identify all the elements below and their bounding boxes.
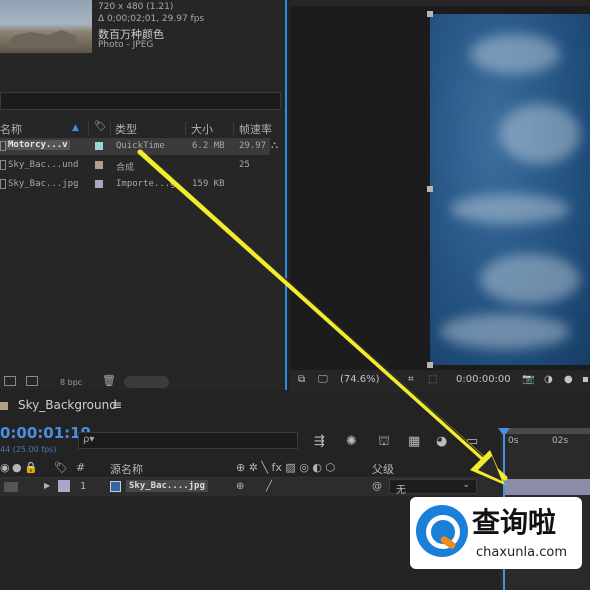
- project-item-row[interactable]: Sky_Bac...jpg Importe...g 159 KB: [0, 176, 270, 193]
- chevron-down-icon: ⌄: [462, 480, 470, 490]
- search-logo-icon: [416, 505, 468, 557]
- layer-name[interactable]: Sky_Bac....jpg: [126, 480, 208, 492]
- item-fps: 25: [239, 160, 250, 170]
- playhead-handle[interactable]: [498, 428, 510, 436]
- layer-duration-bar[interactable]: [505, 479, 590, 495]
- preview-dims: 720 x 480 (1.21): [98, 2, 174, 12]
- project-search-input[interactable]: [0, 92, 281, 110]
- lock-icon[interactable]: 🔒: [24, 461, 38, 474]
- mask-visibility-icon[interactable]: ⬚: [428, 374, 437, 385]
- timeline-frame-info: 44 (25.00 fps): [0, 445, 57, 454]
- layer-row[interactable]: ▶ 1 Sky_Bac....jpg ⊕ ╱ @ 无 ⌄: [0, 478, 500, 496]
- channels-icon[interactable]: ●: [564, 374, 573, 385]
- always-preview-icon[interactable]: ⧉: [298, 374, 305, 385]
- draft-3d-icon[interactable]: ✺: [346, 434, 357, 449]
- preview-type: Photo - JPEG: [98, 40, 154, 50]
- shy-layers-icon[interactable]: ⛫: [378, 434, 390, 451]
- item-type: QuickTime: [116, 141, 165, 151]
- comp-color-swatch: [0, 402, 8, 410]
- camera-snapshot-icon[interactable]: 📷: [522, 374, 534, 385]
- switches-icons[interactable]: ⊕ ✲ ╲ fx ▨ ◎ ◐ ⬡: [236, 461, 335, 474]
- item-type: Importe...g: [116, 179, 176, 189]
- grid-guides-icon[interactable]: ⌗: [408, 374, 414, 385]
- graph-editor-icon[interactable]: ▭: [466, 434, 478, 449]
- column-size[interactable]: 大小: [191, 121, 213, 137]
- motion-blur-icon[interactable]: ◕: [436, 434, 447, 449]
- trash-icon[interactable]: 🗑: [102, 374, 116, 387]
- item-size: 6.2 MB: [192, 141, 225, 151]
- timeline-comp-name: Sky_Background: [18, 398, 117, 412]
- ruler-tick-label: 0s: [508, 436, 519, 446]
- watermark: 查询啦 chaxunla.com: [410, 497, 582, 569]
- transform-handle[interactable]: [427, 362, 433, 368]
- layer-label-swatch[interactable]: [58, 480, 70, 492]
- item-name: Sky_Bac...und: [8, 160, 79, 170]
- label-color-swatch[interactable]: [95, 180, 103, 188]
- watermark-title: 查询啦: [472, 506, 557, 539]
- column-index: #: [76, 461, 86, 474]
- folder-icon[interactable]: [4, 376, 16, 386]
- item-name: Motorcy...v: [6, 140, 70, 150]
- visibility-toggle[interactable]: [4, 482, 18, 492]
- project-footer: 8 bpc 🗑: [0, 374, 285, 390]
- visibility-icon[interactable]: ◉: [0, 461, 10, 474]
- composition-icon: [0, 160, 6, 170]
- sort-ascending-icon[interactable]: ▲: [72, 123, 79, 133]
- panel-menu-icon[interactable]: ≡: [112, 398, 122, 412]
- pickwhip-icon[interactable]: @: [372, 481, 382, 492]
- label-tag-icon[interactable]: 🏷: [54, 461, 68, 474]
- zoom-dropdown[interactable]: (74.6%): [340, 374, 380, 385]
- monitor-icon[interactable]: 🖵: [318, 374, 328, 385]
- solo-icon[interactable]: ●: [12, 461, 22, 474]
- item-fps: 29.97: [239, 141, 267, 151]
- quality-switch-icon[interactable]: ╱: [266, 481, 272, 492]
- show-snapshot-icon[interactable]: ◑: [544, 374, 553, 385]
- viewer-tab-bar: [290, 0, 590, 6]
- timeline-search-input[interactable]: ρ▾: [78, 432, 298, 449]
- project-panel: 720 x 480 (1.21) Δ 0;00;02;01, 29.97 fps…: [0, 0, 287, 390]
- footage-thumbnail: [0, 0, 92, 53]
- shy-switch-icon[interactable]: ⊕: [236, 481, 244, 492]
- item-size: 159 KB: [192, 179, 225, 189]
- transform-handle[interactable]: [427, 11, 433, 17]
- viewer-toolbar: ⧉ 🖵 (74.6%) ⌗ ⬚ 0:00:00:00 📷 ◑ ● ▪: [290, 370, 590, 392]
- preview-duration: Δ 0;00;02;01, 29.97 fps: [98, 14, 205, 24]
- watermark-url: chaxunla.com: [476, 545, 567, 560]
- parent-dropdown[interactable]: 无 ⌄: [389, 479, 477, 496]
- project-item-row[interactable]: Sky_Bac...und 合成 25: [0, 157, 270, 174]
- more-icon[interactable]: ▪: [582, 374, 589, 385]
- frame-blending-icon[interactable]: ▦: [408, 434, 420, 449]
- search-icon: ρ▾: [83, 434, 95, 445]
- flowchart-icon[interactable]: ⛬: [271, 140, 278, 151]
- layer-column-header: ◉ ● 🔒 🏷 # 源名称 ⊕ ✲ ╲ fx ▨ ◎ ◐ ⬡ 父级: [0, 459, 500, 478]
- label-tag-icon[interactable]: 🏷: [94, 121, 107, 132]
- expand-arrow-icon[interactable]: ▶: [44, 481, 50, 490]
- composition-viewer: ⧉ 🖵 (74.6%) ⌗ ⬚ 0:00:00:00 📷 ◑ ● ▪: [290, 0, 590, 392]
- item-type: 合成: [116, 163, 135, 173]
- parent-value: 无: [396, 485, 406, 496]
- column-fps[interactable]: 帧速率: [239, 121, 272, 137]
- viewer-timecode[interactable]: 0:00:00:00: [456, 374, 511, 385]
- column-source-name[interactable]: 源名称: [110, 461, 143, 477]
- column-type[interactable]: 类型: [115, 121, 137, 137]
- new-composition-icon[interactable]: [26, 376, 38, 386]
- label-color-swatch[interactable]: [95, 161, 103, 169]
- project-column-header: 名称 ▲ 🏷 类型 大小 帧速率: [0, 120, 285, 136]
- work-area-bar[interactable]: [505, 428, 590, 434]
- image-footage-icon: [110, 481, 121, 492]
- label-color-swatch[interactable]: [95, 142, 103, 150]
- bpc-toggle[interactable]: 8 bpc: [60, 378, 82, 387]
- layer-index: 1: [80, 481, 87, 492]
- item-name: Sky_Bac...jpg: [8, 179, 79, 189]
- column-parent[interactable]: 父级: [372, 461, 394, 477]
- ruler-tick-label: 02s: [552, 436, 569, 446]
- column-name[interactable]: 名称: [0, 121, 22, 137]
- project-item-row[interactable]: Motorcy...v QuickTime 6.2 MB 29.97: [0, 138, 270, 155]
- comp-canvas[interactable]: [430, 14, 590, 365]
- image-file-icon: [0, 179, 6, 189]
- comp-flowchart-icon[interactable]: ⇶: [314, 434, 325, 449]
- transform-handle[interactable]: [427, 186, 433, 192]
- thumbnail-size-slider[interactable]: [124, 376, 169, 388]
